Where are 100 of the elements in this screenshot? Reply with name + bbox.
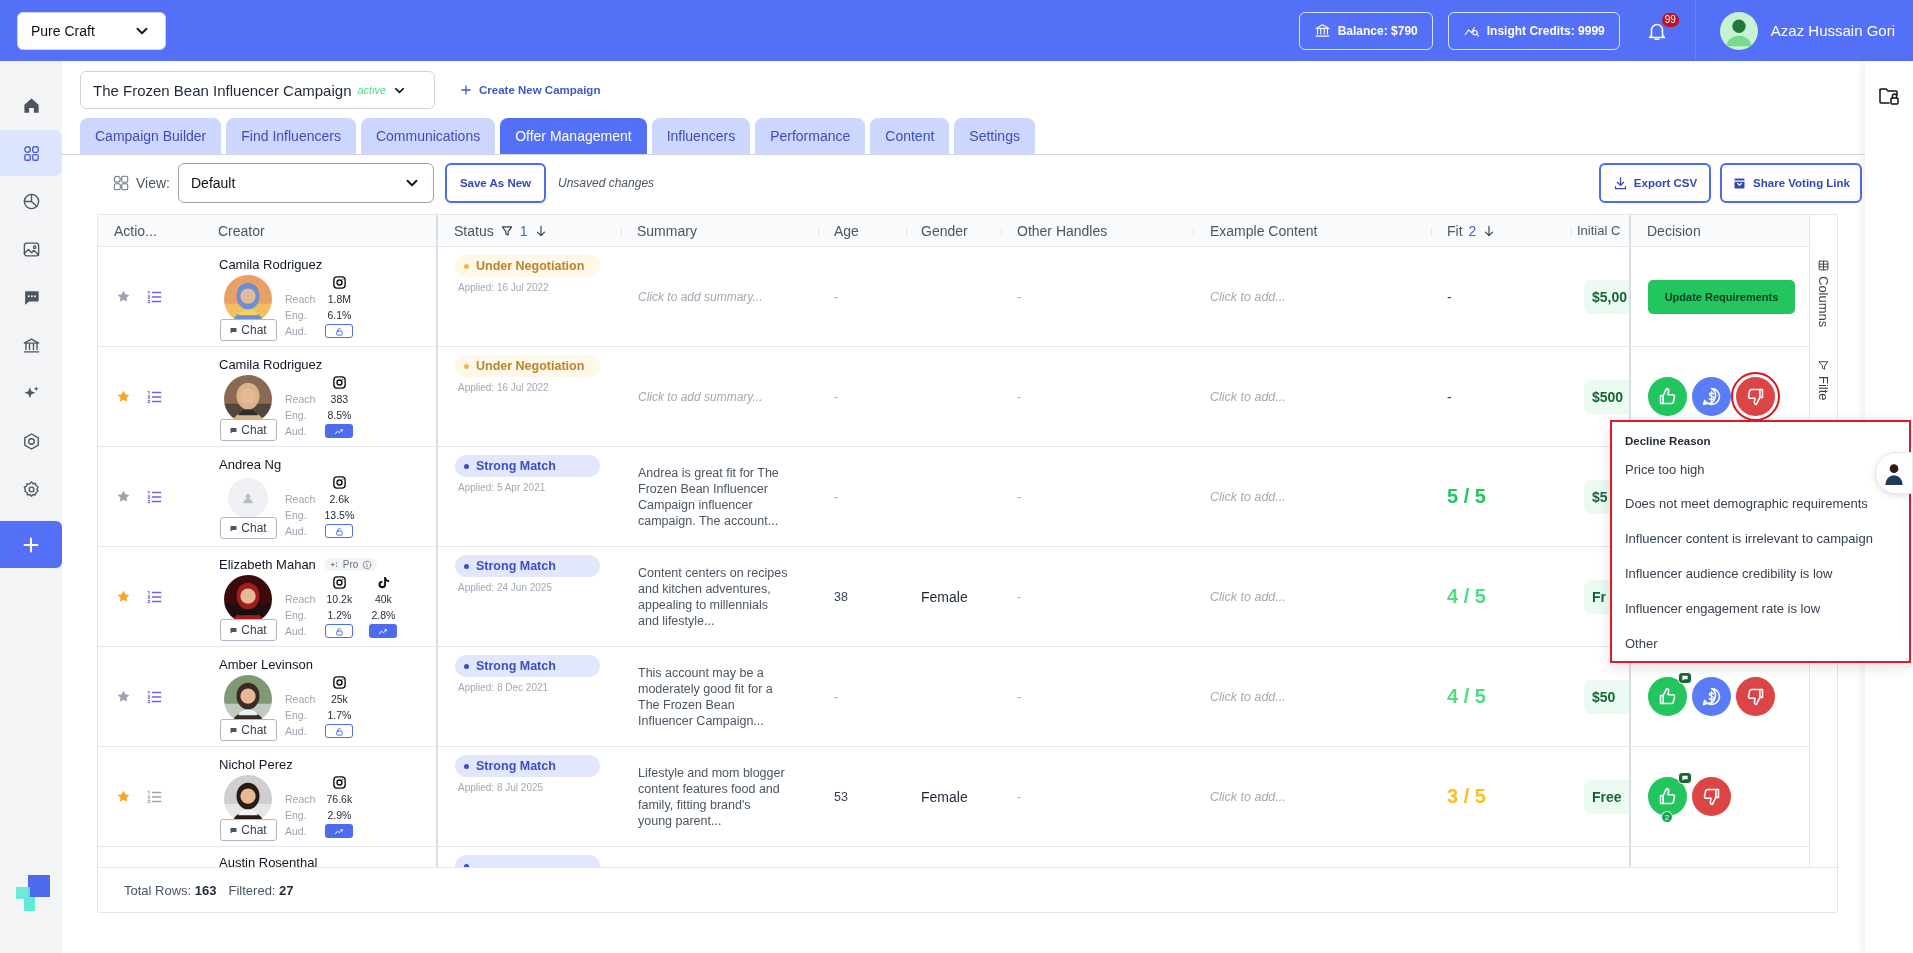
tab[interactable]: Settings	[954, 118, 1035, 154]
filters-panel-button[interactable]: Filte	[1816, 359, 1831, 401]
metric-label: Reach	[285, 693, 316, 705]
column-header[interactable]: Fit 2	[1431, 215, 1571, 246]
column-header[interactable]: Decision	[1631, 215, 1809, 246]
grid-icon	[21, 143, 41, 163]
balance-button[interactable]: Balance: $790	[1298, 11, 1433, 50]
tab[interactable]: Content	[870, 118, 950, 154]
create-campaign-link[interactable]: Create New Campaign	[459, 83, 601, 97]
creator-name[interactable]: Amber Levinson	[219, 657, 313, 672]
counter-offer-button[interactable]	[1692, 677, 1731, 716]
accept-button[interactable]	[1648, 377, 1687, 416]
decline-button[interactable]	[1692, 777, 1731, 816]
star-button[interactable]	[116, 389, 131, 404]
summary-text: Content centers on recipes and kitchen adventures, appealing to millennials and lifestyle...	[638, 564, 788, 629]
metric-label: Aud.	[285, 625, 308, 637]
creator-name[interactable]: Nichol Perez	[219, 757, 293, 772]
chat-button[interactable]: Chat	[219, 819, 277, 841]
audience-locked-button[interactable]	[325, 624, 354, 638]
tab[interactable]: Campaign Builder	[80, 118, 222, 154]
workspace-select[interactable]: Pure Craft	[17, 11, 166, 50]
audience-chart-button[interactable]	[325, 824, 354, 838]
accept-button[interactable]	[1648, 777, 1687, 816]
chat-button[interactable]: Chat	[219, 719, 277, 741]
pro-badge: Pro	[323, 558, 378, 571]
fit-score: -	[1447, 288, 1452, 305]
sidebar-item[interactable]	[0, 130, 62, 176]
share-voting-link-button[interactable]: Share Voting Link	[1720, 163, 1862, 203]
chat-icon	[229, 325, 239, 335]
audience-locked-button[interactable]	[325, 524, 354, 538]
creator-name[interactable]: Austin Rosenthal	[219, 855, 436, 867]
total-rows-text: Total Rows: 163	[124, 882, 217, 898]
notifications-button[interactable]: 99	[1636, 10, 1677, 51]
star-button[interactable]	[116, 589, 131, 604]
age-value: 53	[834, 788, 848, 805]
tab[interactable]: Influencers	[651, 118, 751, 154]
creator-name[interactable]: Camila Rodriguez	[219, 357, 323, 372]
chat-button[interactable]: Chat	[219, 319, 277, 341]
accept-button[interactable]	[1648, 677, 1687, 716]
info-icon	[362, 559, 373, 570]
applied-date: Applied: 16 Jul 2022	[457, 282, 550, 293]
decline-button[interactable]	[1736, 677, 1775, 716]
columns-panel-button[interactable]: Columns	[1816, 259, 1831, 328]
instagram-icon	[331, 374, 347, 390]
fit-score: 3 / 5	[1447, 785, 1486, 808]
applied-date: Applied: 16 Jul 2022	[457, 382, 550, 393]
example-content-text: Click to add...	[1210, 688, 1286, 705]
audience-chart-button[interactable]	[325, 424, 354, 438]
lock-icon	[333, 725, 345, 737]
column-header[interactable]: Other Handles	[1001, 215, 1193, 246]
star-button[interactable]	[116, 789, 131, 804]
user-name[interactable]: Azaz Hussain Gori	[1770, 22, 1895, 39]
chat-icon	[229, 825, 239, 835]
tab[interactable]: Find Influencers	[226, 118, 356, 154]
metric-label: Eng.	[285, 409, 308, 421]
pie-chart-icon	[21, 191, 41, 211]
audience-chart-button[interactable]	[369, 624, 398, 638]
add-button[interactable]	[0, 521, 62, 568]
counter-offer-button[interactable]	[1692, 377, 1731, 416]
fit-score: -	[1447, 388, 1452, 405]
update-requirements-button[interactable]: Update Requirements	[1648, 279, 1795, 314]
thumbs-up-icon	[1657, 686, 1678, 707]
insight-credits-button[interactable]: Insight Credits: 9999	[1447, 11, 1620, 50]
chat-icon	[229, 425, 239, 435]
status-badge: Under Negotiation	[455, 255, 600, 277]
chat-button[interactable]: Chat	[219, 517, 277, 539]
save-as-new-button[interactable]: Save As New	[445, 163, 546, 203]
star-icon	[116, 689, 131, 704]
tab[interactable]: Communications	[360, 118, 496, 154]
other-handles-value: -	[1017, 688, 1022, 705]
column-header[interactable]: Status 1	[438, 215, 621, 246]
menu-item[interactable]: Other	[1625, 626, 1658, 661]
tab[interactable]: Offer Management	[500, 118, 647, 154]
chat-button[interactable]: Chat	[219, 619, 277, 641]
creator-name[interactable]: Andrea Ng	[219, 457, 282, 472]
audience-locked-button[interactable]	[325, 724, 354, 738]
bank-icon	[21, 335, 41, 355]
chat-icon	[229, 725, 239, 735]
star-button[interactable]	[116, 689, 131, 704]
lock-icon	[333, 525, 345, 537]
column-header[interactable]: Gender	[906, 215, 1001, 246]
column-header[interactable]: Creator	[218, 215, 438, 246]
view-select[interactable]: Default	[178, 163, 434, 203]
menu-item[interactable]: Influencer content is irrelevant to campaign	[1625, 521, 1873, 557]
creator-name[interactable]: Camila Rodriguez	[219, 257, 323, 272]
export-csv-button[interactable]: Export CSV	[1598, 163, 1712, 203]
audience-locked-button[interactable]	[325, 324, 354, 338]
column-header[interactable]: Summary	[621, 215, 818, 246]
column-header[interactable]: Initial C	[1571, 215, 1631, 246]
tab[interactable]: Performance	[755, 118, 866, 154]
other-handles-value: -	[1017, 388, 1022, 405]
user-avatar[interactable]	[1719, 11, 1758, 50]
star-button[interactable]	[116, 289, 131, 304]
column-header[interactable]: Age	[818, 215, 906, 246]
chat-button[interactable]: Chat	[219, 419, 277, 441]
star-button[interactable]	[116, 489, 131, 504]
column-header[interactable]: Example Content	[1193, 215, 1431, 246]
column-header[interactable]: Actio...	[98, 215, 218, 246]
creator-name[interactable]: Elizabeth Mahan	[219, 557, 316, 572]
campaign-select[interactable]: The Frozen Bean Influencer Campaign active	[80, 71, 435, 109]
